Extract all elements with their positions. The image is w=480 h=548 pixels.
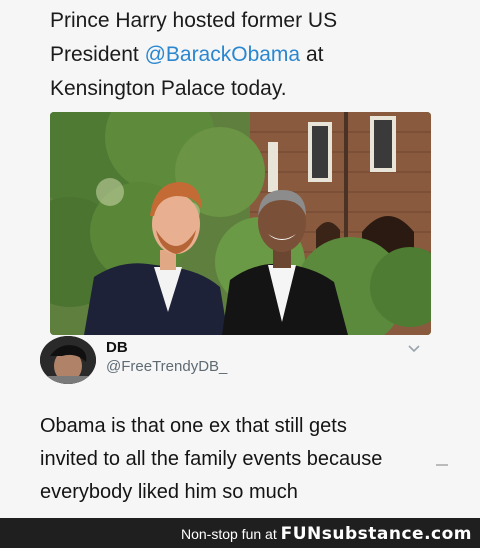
headline-text: at <box>300 43 324 66</box>
footer-text: Non-stop fun at FUNsubstance.com <box>181 524 472 544</box>
tweet-photo[interactable] <box>50 112 431 335</box>
footer-prefix: Non-stop fun at <box>180 526 277 542</box>
tweet-text-line: invited to all the family events because <box>40 448 383 470</box>
photo-illustration <box>50 112 431 335</box>
headline-line-3: Kensington Palace today. <box>50 77 287 100</box>
headline: Prince Harry hosted former US President … <box>50 4 450 106</box>
tweet-text-line: Obama is that one ex that still gets <box>40 415 347 437</box>
author-handle[interactable]: @FreeTrendyDB_ <box>106 358 227 375</box>
mention-link[interactable]: @BarackObama <box>145 43 301 66</box>
author-name[interactable]: DB <box>106 339 128 356</box>
tweet-author[interactable]: DB @FreeTrendyDB_ <box>40 336 440 388</box>
footer-banner: Non-stop fun at FUNsubstance.com <box>0 518 480 548</box>
author-avatar[interactable] <box>40 336 96 384</box>
tweet-text: Obama is that one ex that still gets inv… <box>40 410 460 509</box>
headline-text: President <box>50 43 145 66</box>
divider <box>436 464 448 466</box>
chevron-down-icon[interactable] <box>406 340 422 356</box>
headline-line-2: President @BarackObama at <box>50 38 450 72</box>
site-logo[interactable]: FUNsubstance.com <box>281 524 472 544</box>
avatar-image <box>40 336 96 384</box>
headline-line-1: Prince Harry hosted former US <box>50 9 338 32</box>
tweet-text-line: everybody liked him so much <box>40 481 298 503</box>
